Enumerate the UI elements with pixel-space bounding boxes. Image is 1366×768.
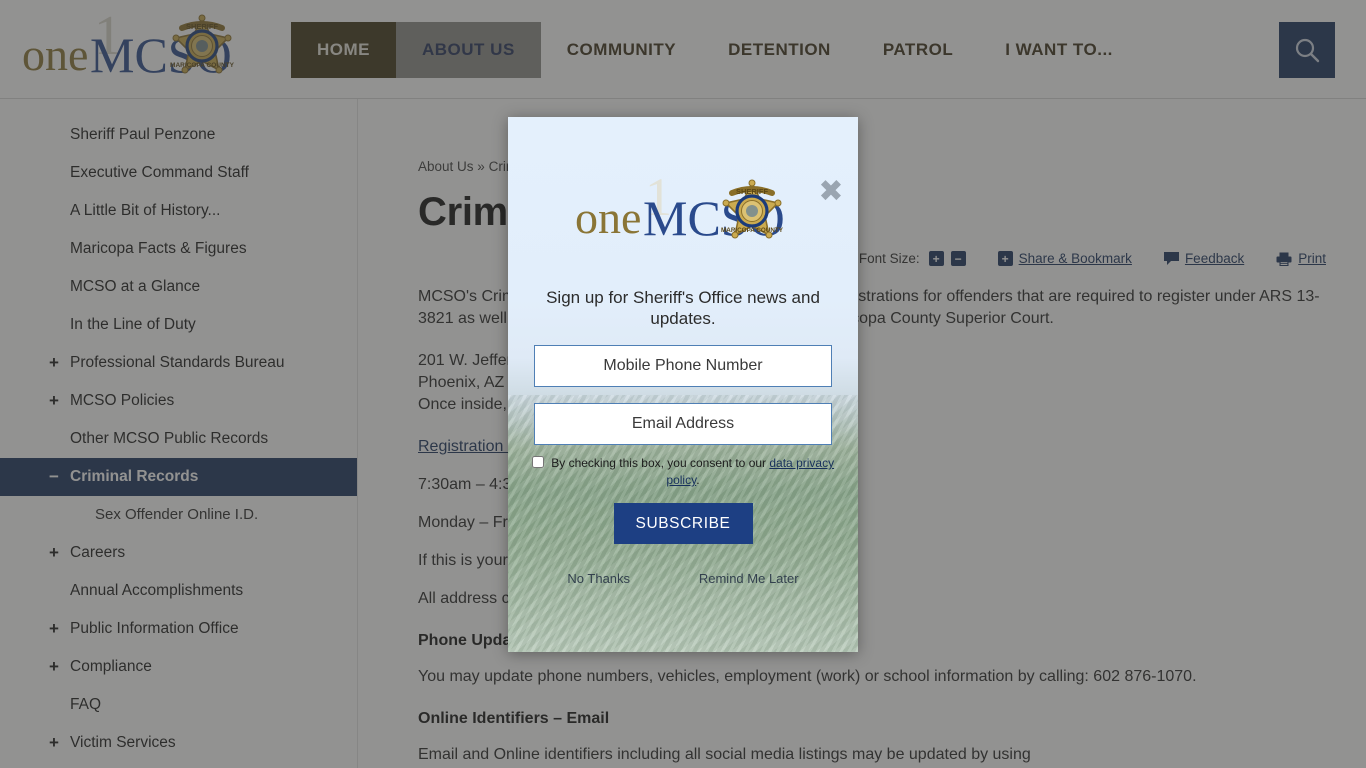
modal-onemcso-logo-icon: 1 one MCSO SHERIFF MARICOPA COUNTY bbox=[575, 169, 785, 246]
close-icon[interactable]: ✖ bbox=[814, 175, 848, 209]
modal-inner: ✖ 1 one MCSO SHERIFF MARICOPA COUNTY Sig… bbox=[508, 169, 858, 652]
svg-text:one: one bbox=[575, 192, 641, 243]
newsletter-signup-modal: ✖ 1 one MCSO SHERIFF MARICOPA COUNTY Sig… bbox=[508, 117, 858, 652]
consent-text: By checking this box, you consent to our bbox=[551, 456, 770, 470]
svg-text:SHERIFF: SHERIFF bbox=[736, 187, 769, 196]
consent-period: . bbox=[696, 473, 700, 487]
modal-headline: Sign up for Sheriff's Office news and up… bbox=[546, 288, 820, 328]
consent-checkbox[interactable] bbox=[531, 456, 544, 468]
mobile-phone-input[interactable] bbox=[534, 345, 832, 387]
modal-footer-actions: No Thanks Remind Me Later bbox=[533, 571, 833, 586]
svg-text:MARICOPA COUNTY: MARICOPA COUNTY bbox=[721, 227, 784, 234]
no-thanks-button[interactable]: No Thanks bbox=[567, 571, 630, 586]
subscribe-button[interactable]: SUBSCRIBE bbox=[613, 503, 753, 544]
email-input[interactable] bbox=[534, 403, 832, 445]
consent-row: By checking this box, you consent to our… bbox=[522, 455, 844, 489]
remind-me-later-button[interactable]: Remind Me Later bbox=[699, 571, 799, 586]
